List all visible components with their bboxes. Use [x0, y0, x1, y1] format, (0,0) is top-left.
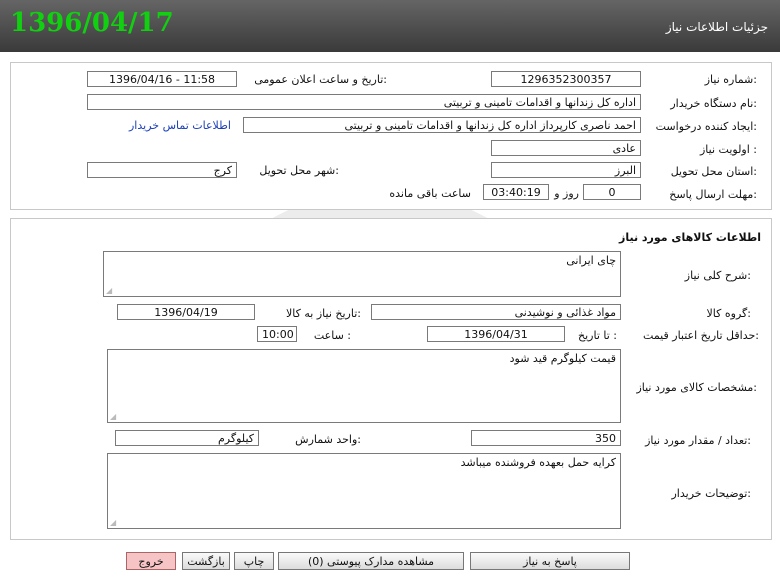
need-number-label: شماره نیاز:	[704, 73, 757, 86]
qty-field: 350	[471, 430, 621, 446]
buyer-label: نام دستگاه خریدار:	[670, 97, 757, 110]
spec-textarea: قیمت کیلوگرم قید شود ◢	[107, 349, 621, 423]
hour-field: 10:00	[257, 326, 297, 342]
notes-text: کرایه حمل بعهده فروشنده میباشد	[460, 456, 616, 469]
buyer-field: اداره کل زندانها و اقدامات تامینی و تربی…	[87, 94, 641, 110]
desc-text: چای ایرانی	[566, 254, 616, 267]
page-title: جزئیات اطلاعات نیاز	[665, 20, 768, 34]
group-label: گروه کالا:	[706, 307, 751, 320]
print-button[interactable]: چاپ	[234, 552, 274, 570]
desc-textarea: چای ایرانی ◢	[103, 251, 621, 297]
days-field: 0	[583, 184, 641, 200]
header-date: 1396/04/17	[10, 8, 174, 38]
resize-grip-icon[interactable]: ◢	[110, 412, 116, 421]
goods-section-title: اطلاعات کالاهای مورد نیاز	[619, 231, 761, 244]
hour-label: ساعت :	[313, 329, 351, 342]
notes-textarea: کرایه حمل بعهده فروشنده میباشد ◢	[107, 453, 621, 529]
priority-field: عادی	[491, 140, 641, 156]
resize-grip-icon[interactable]: ◢	[106, 286, 112, 295]
city-label: شهر محل تحویل:	[259, 164, 339, 177]
qty-label: تعداد / مقدار مورد نیاز:	[645, 434, 751, 447]
days-unit-label: روز و	[554, 187, 579, 200]
until-date-label: تا تاریخ :	[578, 329, 617, 342]
deadline-label: مهلت ارسال پاسخ:	[669, 188, 757, 201]
need-number-field: 1296352300357	[491, 71, 641, 87]
until-date-field: 1396/04/31	[427, 326, 565, 342]
province-label: استان محل تحویل:	[670, 165, 757, 178]
unit-label: واحد شمارش:	[295, 433, 361, 446]
attachments-button[interactable]: مشاهده مدارک پیوستی (0)	[278, 552, 464, 570]
announce-label: تاریخ و ساعت اعلان عمومی:	[254, 73, 387, 86]
page-header: 1396/04/17 جزئیات اطلاعات نیاز	[0, 0, 780, 52]
resize-grip-icon[interactable]: ◢	[110, 518, 116, 527]
province-field: البرز	[491, 162, 641, 178]
spec-label: مشخصات کالای مورد نیاز:	[636, 381, 757, 394]
desc-label: شرح کلی نیاز:	[684, 269, 751, 282]
creator-label: ایجاد کننده درخواست:	[655, 120, 757, 133]
notes-label: توضیحات خریدار:	[671, 487, 752, 500]
creator-field: احمد ناصری کارپرداز اداره کل زندانها و ا…	[243, 117, 641, 133]
group-field: مواد غذائی و نوشیدنی	[371, 304, 621, 320]
buyer-contact-link[interactable]: اطلاعات تماس خریدار	[129, 119, 231, 132]
priority-label: اولویت نیاز :	[699, 143, 757, 156]
time-remaining-field: 03:40:19	[483, 184, 549, 200]
goods-info-panel: اطلاعات کالاهای مورد نیاز شرح کلی نیاز: …	[10, 218, 772, 540]
validity-label: حداقل تاریخ اعتبار قیمت:	[643, 329, 759, 342]
reply-button[interactable]: پاسخ به نیاز	[470, 552, 630, 570]
need-info-panel: شماره نیاز: 1296352300357 تاریخ و ساعت ا…	[10, 62, 772, 210]
spec-text: قیمت کیلوگرم قید شود	[509, 352, 616, 365]
unit-field: کیلوگرم	[115, 430, 259, 446]
need-date-label: تاریخ نیاز به کالا:	[286, 307, 361, 320]
exit-button[interactable]: خروج	[126, 552, 176, 570]
need-date-field: 1396/04/19	[117, 304, 255, 320]
remaining-label: ساعت باقی مانده	[389, 187, 471, 200]
announce-field: 1396/04/16 - 11:58	[87, 71, 237, 87]
back-button[interactable]: بازگشت	[182, 552, 230, 570]
footer-toolbar: پاسخ به نیاز مشاهده مدارک پیوستی (0) چاپ…	[0, 548, 780, 588]
city-field: کرج	[87, 162, 237, 178]
